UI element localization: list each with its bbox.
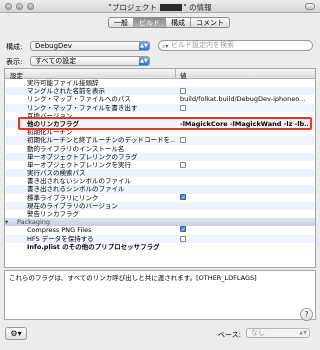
setting-checkbox[interactable] xyxy=(180,136,308,144)
setting-name: 動的ライブラリのインストール名 xyxy=(27,144,125,153)
table-row[interactable]: Info.plist のその他のプリプロセッサフラグ xyxy=(5,243,315,251)
window-title-suffix: " の情報 xyxy=(183,3,212,12)
checked-checkbox-icon[interactable] xyxy=(180,226,186,233)
table-row[interactable]: リンク・マップ・ファイルへのパス build/folkat.build/Debug… xyxy=(5,95,315,103)
table-row[interactable]: 単一オブジェクトプレリンクを実行 xyxy=(5,161,315,169)
setting-checkbox[interactable] xyxy=(180,235,308,243)
base-label: ベース: xyxy=(218,331,242,339)
disclosure-triangle-icon[interactable]: ▾ xyxy=(5,218,8,226)
setting-name: Info.plist のその他のプリプロセッサフラグ xyxy=(27,242,160,251)
setting-name: 書き出されるシンボルのファイル xyxy=(27,185,125,194)
setting-value[interactable]: -lMagickCore -lMagickWand -lz -lb... xyxy=(180,120,308,128)
setting-checkbox[interactable] xyxy=(180,193,308,202)
bottom-bar: ⚙▾ ベース: なし ▲▼ xyxy=(0,325,320,350)
table-row[interactable]: 標準ライブラリにリンク xyxy=(5,193,315,202)
setting-checkbox[interactable] xyxy=(180,87,308,95)
tab-general[interactable]: 一般 xyxy=(109,18,134,27)
table-row[interactable]: リンク・マップ・ファイルを書き出す xyxy=(5,103,315,112)
updown-arrow-icon: ▲▼ xyxy=(139,57,149,65)
setting-name: リンク・マップ・ファイルへのパス xyxy=(27,95,131,104)
table-row[interactable]: 警告リンカフラグ xyxy=(5,210,315,218)
setting-name: 実行可能ファイル接頭辞 xyxy=(27,79,99,87)
show-label: 表示: xyxy=(6,58,23,66)
setting-name: 単一オブジェクトプレリンクのフラグ xyxy=(27,152,138,161)
setting-name: 単一オブジェクトプレリンクを実行 xyxy=(27,160,131,169)
table-row[interactable]: 現在のライブラリのバージョン xyxy=(5,201,315,210)
checked-checkbox-icon[interactable] xyxy=(180,193,186,200)
setting-name: HFS データを保持する xyxy=(27,234,94,243)
title-bar: "プロジェクト " の情報 xyxy=(0,0,320,13)
setting-name: マングルされた名前を表示 xyxy=(27,87,105,96)
search-placeholder: ビルド設定内を検索 xyxy=(171,41,234,49)
toolbar-toggle-button[interactable] xyxy=(305,3,315,10)
table-row[interactable]: マングルされた名前を表示 xyxy=(5,87,315,96)
table-row[interactable]: 互換バージョン xyxy=(5,112,315,120)
tab-bar: 一般 ビルド 構成 コメント xyxy=(108,17,230,28)
setting-checkbox[interactable] xyxy=(180,226,308,234)
updown-arrow-icon: ▲▼ xyxy=(299,330,307,336)
setting-name: 標準ライブラリにリンク xyxy=(27,193,99,202)
setting-name: 互換バージョン xyxy=(27,111,73,120)
base-select[interactable]: なし ▲▼ xyxy=(246,328,310,338)
show-select[interactable]: すべての設定 ▲▼ xyxy=(30,56,150,66)
table-row[interactable]: 実行可能ファイル接頭辞 xyxy=(5,79,315,87)
gear-icon[interactable]: ⚙▾ xyxy=(5,327,27,340)
help-button[interactable]: ? xyxy=(300,308,313,321)
table-row[interactable]: HFS データを保持する xyxy=(5,234,315,243)
setting-name: リンク・マップ・ファイルを書き出す xyxy=(27,103,138,112)
window-title-prefix: "プロジェクト xyxy=(108,3,160,12)
table-row[interactable]: 実行パスの検索パス xyxy=(5,169,315,178)
table-row[interactable]: 単一オブジェクトプレリンクのフラグ xyxy=(5,152,315,161)
setting-name: 他のリンカフラグ xyxy=(27,119,79,128)
show-value: すべての設定 xyxy=(35,57,77,65)
setting-checkbox[interactable] xyxy=(180,161,308,169)
setting-name: 実行パスの検索パス xyxy=(27,169,86,178)
tab-comments[interactable]: コメント xyxy=(191,18,229,27)
configuration-value: DebugDev xyxy=(35,42,72,50)
updown-arrow-icon: ▲▼ xyxy=(139,42,149,50)
base-value: なし xyxy=(251,329,265,337)
group-row[interactable]: ▾ Packaging xyxy=(5,218,315,227)
project-info-window: "プロジェクト " の情報 一般 ビルド 構成 コメント 構成: DebugDe… xyxy=(0,0,320,350)
search-icon: ⌕▾ xyxy=(162,43,169,50)
setting-checkbox[interactable] xyxy=(180,104,308,112)
unchecked-checkbox-icon[interactable] xyxy=(180,88,186,95)
table-row[interactable]: 書き出されないシンボルのファイル xyxy=(5,177,315,185)
setting-name: 現在のライブラリのバージョン xyxy=(27,201,118,210)
table-header: 設定 値 xyxy=(5,69,315,80)
unchecked-checkbox-icon[interactable] xyxy=(180,161,186,168)
search-input[interactable]: ⌕▾ ビルド設定内を検索 xyxy=(158,40,313,51)
configuration-label: 構成: xyxy=(6,43,23,51)
setting-name: 初期化ルーチン xyxy=(27,128,73,137)
redacted-project-name xyxy=(160,4,183,11)
table-row[interactable]: 初期化ルーチン xyxy=(5,128,315,136)
table-row[interactable]: 書き出されるシンボルのファイル xyxy=(5,185,315,194)
window-title: "プロジェクト " の情報 xyxy=(0,2,320,13)
table-row[interactable]: Compress PNG Files xyxy=(5,226,315,234)
setting-description: これらのフラグは、すべてのリンカ呼び出しと共に渡されます。[OTHER_LDFL… xyxy=(4,270,316,320)
table-row[interactable]: 初期化ルーチンと終了ルーチンのデッドコードを... xyxy=(5,136,315,145)
unchecked-checkbox-icon[interactable] xyxy=(180,104,186,111)
configuration-select[interactable]: DebugDev ▲▼ xyxy=(30,41,150,51)
unchecked-checkbox-icon[interactable] xyxy=(180,137,186,144)
table-row[interactable]: 動的ライブラリのインストール名 xyxy=(5,145,315,153)
tab-configurations[interactable]: 構成 xyxy=(166,18,191,27)
table-row[interactable]: 他のリンカフラグ -lMagickCore -lMagickWand -lz -l… xyxy=(5,119,315,129)
setting-name: 初期化ルーチンと終了ルーチンのデッドコードを... xyxy=(27,136,175,145)
unchecked-checkbox-icon[interactable] xyxy=(180,235,186,242)
setting-name: Compress PNG Files xyxy=(27,226,92,235)
group-label: Packaging xyxy=(17,218,50,227)
column-divider[interactable] xyxy=(175,69,176,79)
setting-name: 警告リンカフラグ xyxy=(27,210,79,218)
setting-name: 書き出されないシンボルのファイル xyxy=(27,177,131,186)
tab-build[interactable]: ビルド xyxy=(134,18,166,27)
build-settings-table: 設定 値 実行可能ファイル接頭辞 マングルされた名前を表示 リンク・マップ・ファイル… xyxy=(4,68,316,268)
setting-value[interactable]: build/folkat.build/DebugDev-iphoneo... xyxy=(180,95,308,103)
table-body: 実行可能ファイル接頭辞 マングルされた名前を表示 リンク・マップ・ファイルへのパス b… xyxy=(5,79,315,251)
